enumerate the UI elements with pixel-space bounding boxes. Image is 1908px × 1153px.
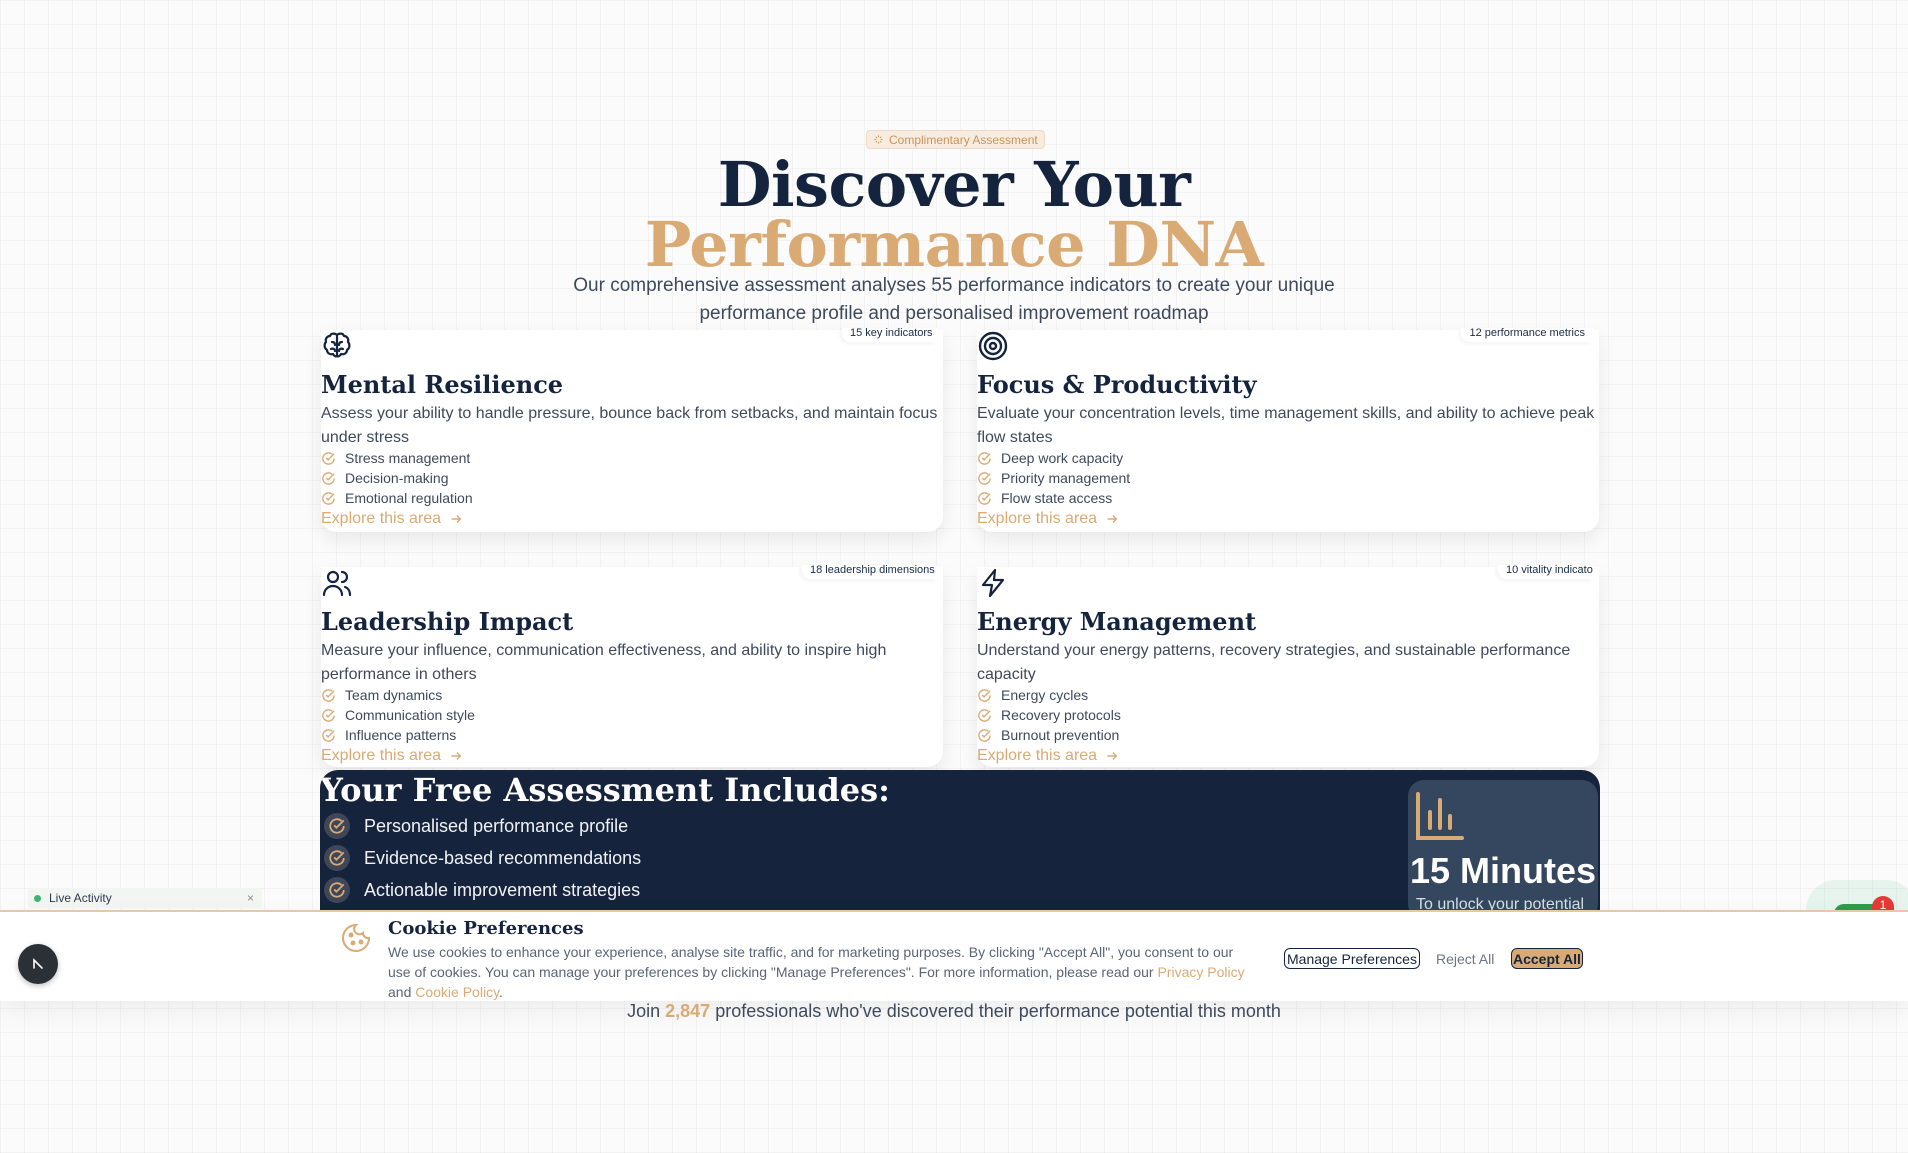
- hero-subtitle: Our comprehensive assessment analyses 55…: [573, 275, 1335, 324]
- list-item: Communication style: [321, 705, 475, 725]
- accept-all-button[interactable]: Accept All: [1511, 948, 1583, 969]
- card-tag: 12 performance metrics: [1461, 328, 1593, 342]
- card-description: Assess your ability to handle pressure, …: [321, 405, 938, 446]
- cookie-icon: [342, 923, 371, 952]
- list-item: Burnout prevention: [977, 725, 1121, 745]
- check-circle-icon: [322, 471, 335, 485]
- card-tag: 18 leadership dimensions: [802, 565, 937, 579]
- list-item: Energy cycles: [977, 685, 1121, 705]
- check-circle-icon: [978, 688, 991, 702]
- card-title: Focus & Productivity: [977, 370, 1257, 399]
- explore-link[interactable]: Explore this area: [977, 747, 1119, 765]
- check-circle-icon: [324, 877, 350, 903]
- reject-all-button[interactable]: Reject All: [1436, 948, 1494, 969]
- check-circle-icon: [978, 471, 991, 485]
- arrow-right-icon: [1107, 752, 1118, 760]
- check-circle-icon: [322, 688, 335, 702]
- lightning-icon: [981, 568, 1005, 598]
- hero-title-line2: Performance DNA: [644, 208, 1264, 281]
- privacy-policy-link[interactable]: Privacy Policy: [1157, 964, 1244, 980]
- check-circle-icon: [978, 708, 991, 722]
- explore-link[interactable]: Explore this area: [977, 510, 1119, 528]
- brain-icon: [323, 332, 351, 358]
- card-description: Understand your energy patterns, recover…: [977, 642, 1571, 683]
- manage-preferences-button[interactable]: Manage Preferences: [1284, 948, 1420, 969]
- hero-badge-label: Complimentary Assessment: [889, 132, 1038, 147]
- app-menu-button[interactable]: [18, 944, 58, 984]
- users-icon: [322, 570, 352, 597]
- close-icon[interactable]: ×: [247, 891, 254, 905]
- card-leadership-impact: 18 leadership dimensions Leadership Impa…: [321, 565, 943, 767]
- list-item: Decision-making: [321, 468, 473, 488]
- check-circle-icon: [322, 728, 335, 742]
- cookie-title: Cookie Preferences: [388, 918, 584, 939]
- list-item: Recovery protocols: [977, 705, 1121, 725]
- check-circle-icon: [978, 728, 991, 742]
- bar-chart-icon: [1416, 792, 1464, 840]
- assessment-includes-panel: Your Free Assessment Includes: Personali…: [320, 770, 1600, 910]
- professional-count: 2,847: [665, 1001, 711, 1021]
- duration-value: 15 Minutes: [1410, 850, 1597, 891]
- check-circle-icon: [324, 845, 350, 871]
- list-item: Personalised performance profile: [324, 810, 641, 842]
- explore-link[interactable]: Explore this area: [321, 510, 463, 528]
- target-icon: [978, 331, 1008, 361]
- social-proof: Join 2,847 professionals who've discover…: [627, 1001, 1281, 1021]
- card-title: Energy Management: [977, 607, 1257, 636]
- cookie-policy-link[interactable]: Cookie Policy: [415, 984, 499, 1000]
- check-circle-icon: [322, 451, 335, 465]
- check-circle-icon: [978, 451, 991, 465]
- hero-badge: Complimentary Assessment: [866, 130, 1045, 149]
- logo-icon: [33, 958, 43, 969]
- live-activity-widget: Live Activity ×: [28, 888, 262, 908]
- cookie-banner: Cookie Preferences We use cookies to enh…: [0, 910, 1908, 1001]
- arrow-right-icon: [451, 515, 462, 523]
- card-mental-resilience: 15 key indicators Mental Resilience Asse…: [321, 328, 943, 532]
- cookie-text: We use cookies to enhance your experienc…: [388, 944, 1245, 1000]
- card-description: Evaluate your concentration levels, time…: [977, 405, 1595, 446]
- check-circle-icon: [978, 491, 991, 505]
- list-item: Emotional regulation: [321, 488, 473, 508]
- list-item: Influence patterns: [321, 725, 475, 745]
- list-item: Stress management: [321, 448, 473, 468]
- sparkle-icon: [874, 135, 883, 144]
- card-feature-list: Stress management Decision-making Emotio…: [321, 448, 473, 508]
- card-feature-list: Deep work capacity Priority management F…: [977, 448, 1130, 508]
- includes-list: Personalised performance profile Evidenc…: [324, 810, 641, 906]
- explore-link[interactable]: Explore this area: [321, 747, 463, 765]
- card-title: Mental Resilience: [321, 370, 564, 399]
- list-item: Priority management: [977, 468, 1130, 488]
- list-item: Evidence-based recommendations: [324, 842, 641, 874]
- arrow-right-icon: [451, 752, 462, 760]
- card-feature-list: Energy cycles Recovery protocols Burnout…: [977, 685, 1121, 745]
- live-status-dot: [34, 894, 41, 902]
- list-item: Flow state access: [977, 488, 1130, 508]
- arrow-right-icon: [1107, 515, 1118, 523]
- duration-subtitle: To unlock your potential: [1416, 896, 1585, 910]
- list-item: Deep work capacity: [977, 448, 1130, 468]
- list-item: Actionable improvement strategies: [324, 874, 641, 906]
- card-energy-management: 10 vitality indicators Energy Management…: [977, 565, 1599, 767]
- card-title: Leadership Impact: [321, 607, 574, 636]
- card-focus-productivity: 12 performance metrics Focus & Productiv…: [977, 328, 1599, 532]
- card-tag: 10 vitality indicators: [1498, 565, 1593, 579]
- list-item: Team dynamics: [321, 685, 475, 705]
- duration-card: 15 Minutes To unlock your potential: [1408, 780, 1598, 910]
- check-circle-icon: [324, 813, 350, 839]
- card-description: Measure your influence, communication ef…: [321, 642, 887, 683]
- card-tag: 15 key indicators: [842, 328, 937, 342]
- check-circle-icon: [322, 491, 335, 505]
- live-activity-label: Live Activity: [49, 891, 112, 905]
- card-feature-list: Team dynamics Communication style Influe…: [321, 685, 475, 745]
- includes-title: Your Free Assessment Includes:: [320, 771, 890, 809]
- check-circle-icon: [322, 708, 335, 722]
